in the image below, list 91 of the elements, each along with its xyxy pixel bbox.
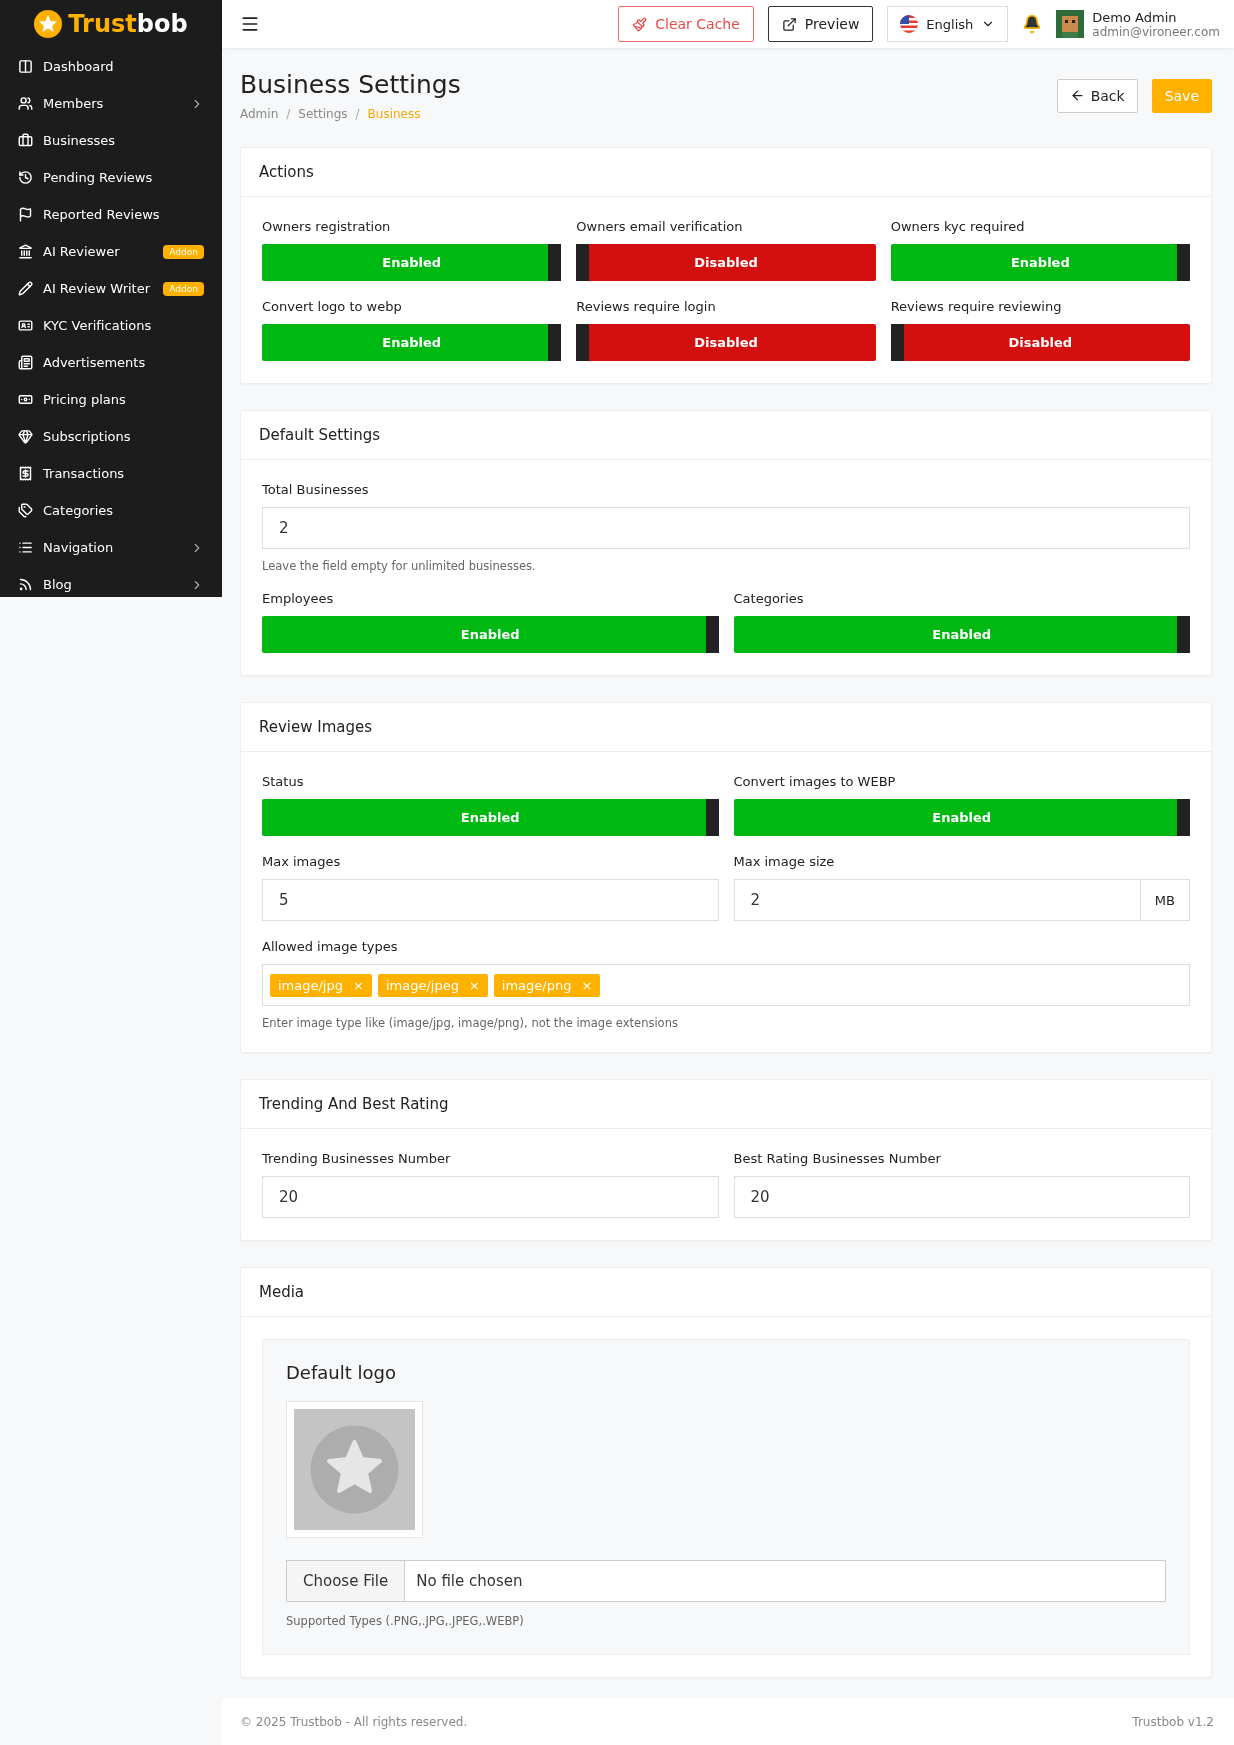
- tags-icon: [18, 503, 33, 518]
- breadcrumb-separator: /: [355, 107, 360, 121]
- history-icon: [18, 170, 33, 185]
- sidebar-item[interactable]: KYC Verifications: [0, 307, 222, 344]
- id-card-icon: [18, 318, 33, 333]
- copyright-text: © 2025 Trustbob - All rights reserved.: [240, 1715, 468, 1729]
- sidebar-item[interactable]: AI Reviewer Addon: [0, 233, 222, 270]
- user-name: Demo Admin: [1092, 9, 1178, 25]
- sidebar-item[interactable]: Advertisements: [0, 344, 222, 381]
- card-title: Trending And Best Rating: [241, 1080, 1211, 1129]
- sidebar-item[interactable]: AI Review Writer Addon: [0, 270, 222, 307]
- user-email: admin@vironeer.com: [1092, 24, 1220, 39]
- field-label: Allowed image types: [262, 939, 399, 954]
- sidebar-item[interactable]: Pending Reviews: [0, 159, 222, 196]
- star-logo-icon: [34, 10, 63, 38]
- briefcase-icon: [18, 133, 33, 148]
- toggle-switch[interactable]: Disabled: [576, 324, 876, 361]
- version-text: Trustbob v1.2: [1132, 1715, 1214, 1729]
- sidebar-item[interactable]: Members: [0, 85, 222, 122]
- unit-label: MB: [1140, 879, 1190, 921]
- tag-label: image/jpeg: [385, 977, 459, 993]
- users-icon: [18, 96, 33, 111]
- sidebar-item[interactable]: Transactions: [0, 455, 222, 492]
- field-label: Reviews require reviewing: [890, 299, 1063, 314]
- input-field[interactable]: 2: [262, 507, 1190, 549]
- list-icon: [18, 540, 33, 555]
- field-label: Categories: [733, 591, 805, 606]
- bell-icon[interactable]: [1022, 14, 1043, 34]
- sidebar-item[interactable]: Subscriptions: [0, 418, 222, 455]
- clear-cache-button[interactable]: Clear Cache: [618, 6, 754, 42]
- columns-icon: [18, 59, 33, 74]
- field-label: Convert images to WEBP: [733, 774, 897, 789]
- field-label: Owners kyc required: [890, 219, 1026, 234]
- file-input[interactable]: Choose File No file chosen: [286, 1560, 1166, 1602]
- addon-badge: Addon: [163, 244, 204, 259]
- field-hint: Enter image type like (image/jpg, image/png), not the image extensions: [262, 1016, 679, 1030]
- field-label: Max images: [262, 854, 342, 869]
- avatar-icon[interactable]: [1056, 10, 1085, 38]
- field-label: Trending Businesses Number: [262, 1151, 452, 1166]
- field-label: Reviews require login: [576, 299, 717, 314]
- preview-button[interactable]: Preview: [767, 6, 874, 42]
- input-field[interactable]: 20: [733, 1176, 1190, 1218]
- input-field[interactable]: 2: [733, 879, 1141, 921]
- toggle-switch[interactable]: Disabled: [576, 244, 876, 281]
- brush-icon: [632, 16, 648, 32]
- addon-badge: Addon: [163, 281, 204, 296]
- field-label: Max image size: [733, 854, 836, 869]
- toggle-switch[interactable]: Disabled: [890, 324, 1190, 361]
- page-title: Business Settings: [240, 70, 461, 99]
- gem-icon: [18, 429, 33, 444]
- external-link-icon: [781, 16, 797, 32]
- field-label: Owners email verification: [576, 219, 744, 234]
- pencil-icon: [18, 281, 33, 296]
- field-label: Best Rating Businesses Number: [733, 1151, 942, 1166]
- card-title: Default Settings: [241, 411, 1211, 460]
- menu-icon[interactable]: [240, 14, 260, 34]
- card-title: Media: [241, 1268, 1211, 1317]
- card-title: Review Images: [241, 703, 1211, 752]
- newspaper-icon: [18, 355, 33, 370]
- flag-icon: [900, 15, 919, 33]
- breadcrumb-separator: /: [286, 107, 291, 121]
- file-name: No file chosen: [415, 1571, 524, 1592]
- panel-title: Default logo: [286, 1362, 397, 1383]
- logo-text: Trustbob: [68, 10, 188, 38]
- rss-icon: [18, 577, 33, 592]
- banknote-icon: [18, 392, 33, 407]
- receipt-icon: [18, 466, 33, 481]
- field-label: Owners registration: [262, 219, 392, 234]
- input-field[interactable]: 5: [262, 879, 719, 921]
- sidebar-item[interactable]: Pricing plans: [0, 381, 222, 418]
- field-label: Status: [262, 774, 305, 789]
- sidebar-item[interactable]: Businesses: [0, 122, 222, 159]
- tag-label: image/png: [501, 977, 572, 993]
- field-hint: Leave the field empty for unlimited businesses.: [262, 559, 537, 573]
- bank-icon: [18, 244, 33, 259]
- field-label: Employees: [262, 591, 335, 606]
- tag-label: image/jpg: [278, 977, 343, 993]
- card-title: Actions: [241, 148, 1211, 197]
- field-hint: Supported Types (.PNG,.JPG,.JPEG,.WEBP): [286, 1614, 525, 1628]
- input-field[interactable]: 20: [262, 1176, 719, 1218]
- field-label: Total Businesses: [262, 482, 370, 497]
- sidebar-item[interactable]: Blog: [0, 566, 222, 597]
- sidebar-item[interactable]: Reported Reviews: [0, 196, 222, 233]
- choose-file-button[interactable]: Choose File: [287, 1561, 406, 1601]
- language-select[interactable]: English: [887, 6, 1009, 42]
- flag-icon: [18, 207, 33, 222]
- sidebar-item[interactable]: Dashboard: [0, 48, 222, 85]
- sidebar-item[interactable]: Navigation: [0, 529, 222, 566]
- sidebar-item[interactable]: Categories: [0, 492, 222, 529]
- field-label: Convert logo to webp: [262, 299, 403, 314]
- back-button[interactable]: Back: [1056, 78, 1138, 113]
